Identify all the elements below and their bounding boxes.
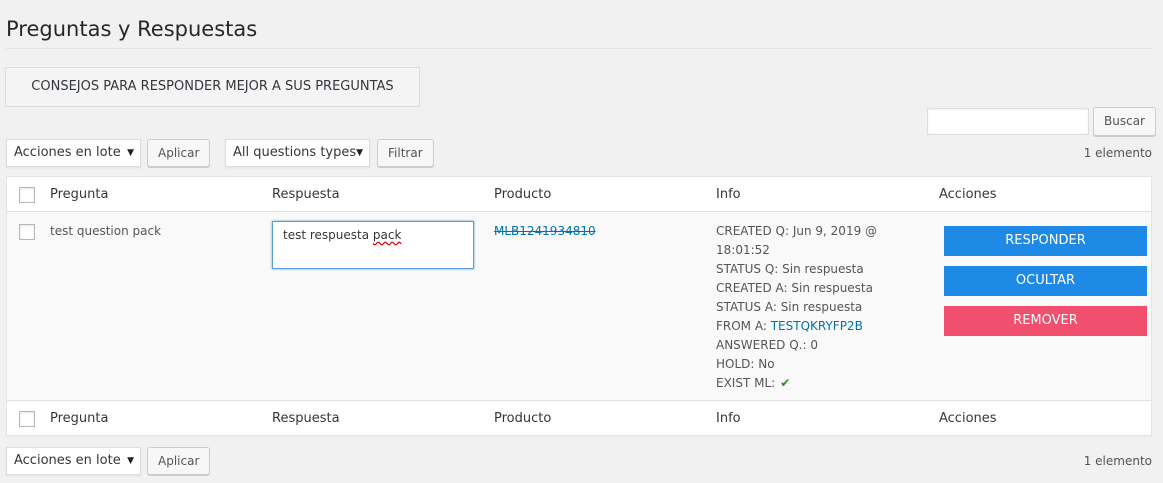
bulk-actions-select-top[interactable]: Acciones en lote ▼: [6, 139, 141, 167]
checkmark-icon: ✔: [780, 376, 791, 390]
hide-button[interactable]: OCULTAR: [944, 266, 1147, 296]
info-hold: HOLD: No: [716, 357, 775, 371]
search-button[interactable]: Buscar: [1093, 107, 1156, 136]
respond-button[interactable]: RESPONDER: [944, 226, 1147, 256]
column-header-product: Producto: [494, 187, 552, 202]
answer-misspelled-word: pack: [372, 228, 402, 242]
search-input[interactable]: [927, 108, 1089, 135]
info-status-q: STATUS Q: Sin respuesta: [716, 262, 864, 276]
row-checkbox[interactable]: [19, 224, 35, 240]
column-header-actions: Acciones: [939, 187, 997, 202]
from-user-link[interactable]: TESTQKRYFP2B: [771, 319, 863, 333]
select-all-checkbox-bottom[interactable]: [19, 411, 35, 427]
info-created-q: CREATED Q: Jun 9, 2019 @: [716, 224, 878, 238]
bulk-actions-selected-label: Acciones en lote: [14, 145, 121, 160]
answer-textarea[interactable]: test respuesta pack: [272, 221, 474, 269]
tips-button[interactable]: CONSEJOS PARA RESPONDER MEJOR A SUS PREG…: [5, 67, 420, 107]
info-from-a: FROM A: TESTQKRYFP2B: [716, 317, 886, 336]
apply-button-bottom[interactable]: Aplicar: [147, 447, 211, 475]
column-header-question[interactable]: Pregunta: [50, 187, 108, 202]
column-footer-question[interactable]: Pregunta: [50, 411, 108, 426]
column-header-answer: Respuesta: [272, 187, 340, 202]
info-created-a: CREATED A: Sin respuesta: [716, 281, 873, 295]
column-footer-info: Info: [716, 411, 741, 426]
caret-down-icon: ▼: [127, 148, 134, 158]
table-footer: Pregunta Respuesta Producto Info Accione…: [7, 400, 1151, 435]
caret-down-icon: ▼: [127, 456, 134, 466]
table-row: test question pack test respuesta pack M…: [7, 212, 1151, 401]
title-divider: [6, 48, 1153, 49]
info-exist-ml: EXIST ML: ✔: [716, 374, 886, 393]
questions-table: Pregunta Respuesta Producto Info Accione…: [6, 176, 1152, 436]
bulk-actions-selected-label: Acciones en lote: [14, 453, 121, 468]
question-type-selected-label: All questions types: [233, 145, 357, 160]
column-header-info: Info: [716, 187, 741, 202]
apply-button-top[interactable]: Aplicar: [147, 139, 211, 167]
bulk-actions-select-bottom[interactable]: Acciones en lote ▼: [6, 447, 141, 475]
info-answered-q: ANSWERED Q.: 0: [716, 338, 818, 352]
table-header: Pregunta Respuesta Producto Info Accione…: [7, 177, 1151, 212]
info-block: CREATED Q: Jun 9, 2019 @ 18:01:52 STATUS…: [716, 222, 886, 393]
column-footer-product: Producto: [494, 411, 552, 426]
filter-button[interactable]: Filtrar: [377, 139, 434, 167]
answer-text: test respuesta: [283, 228, 373, 242]
item-count-bottom: 1 elemento: [1083, 454, 1152, 468]
remove-button[interactable]: REMOVER: [944, 306, 1147, 336]
caret-down-icon: ▼: [356, 148, 363, 158]
info-status-a: STATUS A: Sin respuesta: [716, 300, 863, 314]
info-exist-ml-label: EXIST ML:: [716, 376, 776, 390]
column-footer-actions: Acciones: [939, 411, 997, 426]
question-text: test question pack: [50, 224, 162, 238]
info-created-q-time: 18:01:52: [716, 243, 770, 257]
product-link[interactable]: MLB1241934810: [494, 224, 596, 238]
page-title: Preguntas y Respuestas: [6, 17, 258, 41]
question-type-select[interactable]: All questions types ▼: [225, 139, 370, 167]
column-footer-answer: Respuesta: [272, 411, 340, 426]
select-all-checkbox-top[interactable]: [19, 187, 35, 203]
info-from-a-label: FROM A:: [716, 319, 771, 333]
item-count-top: 1 elemento: [1083, 146, 1152, 160]
